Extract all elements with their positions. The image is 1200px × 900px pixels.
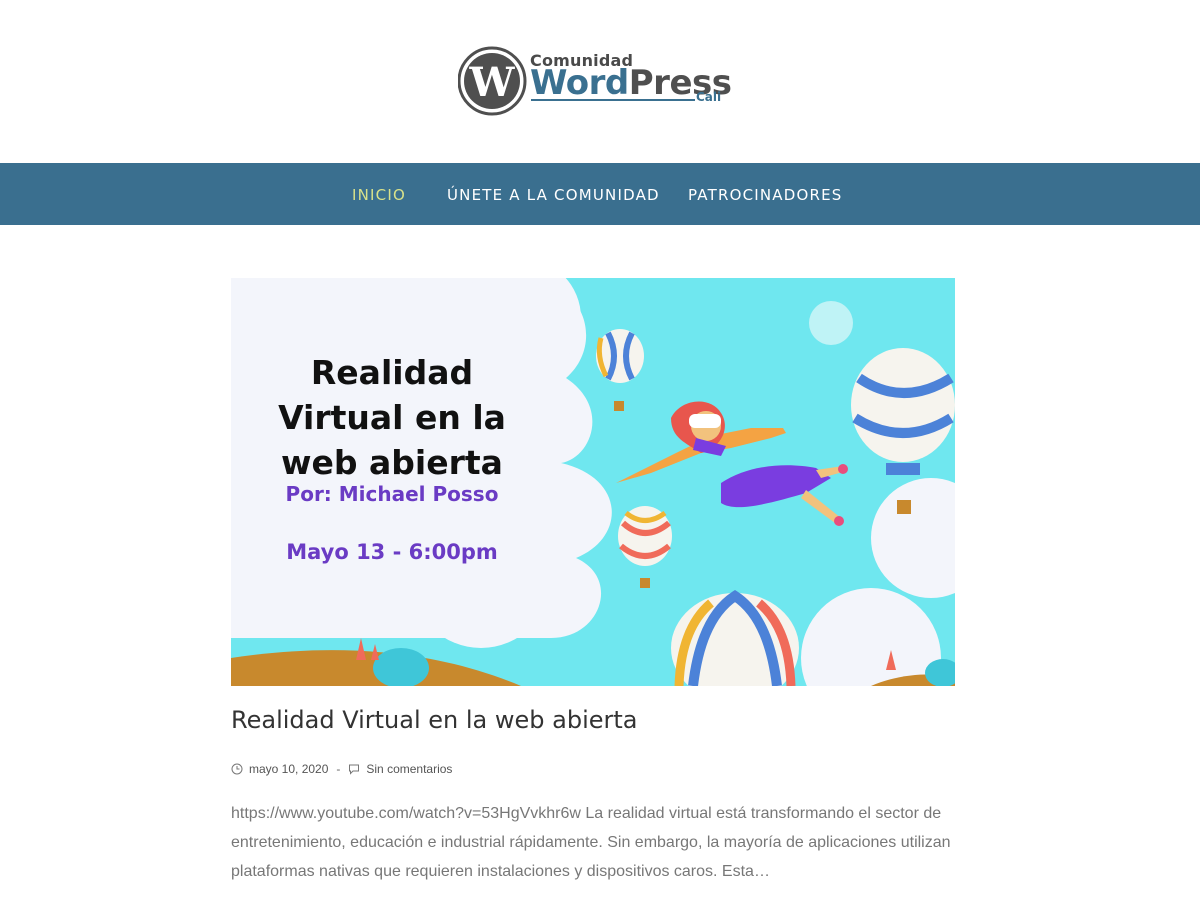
- wordpress-logo-icon: W: [458, 46, 527, 116]
- featured-title: Realidad Virtual en la web abierta: [231, 350, 553, 485]
- cloud-small: [809, 301, 853, 345]
- meta-separator: -: [336, 762, 341, 776]
- nav-item-patrocinadores[interactable]: PATROCINADORES: [688, 186, 843, 204]
- logo-underline: [531, 99, 695, 101]
- site-header: W Comunidad WordPress Cali: [0, 0, 1200, 163]
- logo-text-cali: Cali: [696, 90, 722, 104]
- comment-icon: [349, 764, 360, 775]
- post-comments-link[interactable]: Sin comentarios: [366, 762, 452, 776]
- logo-text-word: Word: [530, 63, 629, 103]
- svg-text:W: W: [469, 59, 516, 106]
- nav-item-inicio[interactable]: INICIO: [352, 186, 406, 204]
- post-meta: mayo 10, 2020 - Sin comentarios: [231, 762, 452, 776]
- post-title[interactable]: Realidad Virtual en la web abierta: [231, 706, 638, 734]
- site-logo[interactable]: W Comunidad WordPress Cali: [458, 45, 732, 117]
- featured-image[interactable]: Realidad Virtual en la web abierta Por: …: [231, 278, 955, 686]
- nav-item-unete[interactable]: ÚNETE A LA COMUNIDAD: [447, 186, 660, 204]
- featured-title-line-2: Virtual en la: [278, 398, 506, 437]
- featured-title-line-3: web abierta: [281, 443, 503, 482]
- cloud-puff-bottom: [411, 508, 551, 648]
- featured-date: Mayo 13 - 6:00pm: [286, 540, 498, 564]
- featured-title-line-1: Realidad: [310, 353, 474, 392]
- post-date[interactable]: mayo 10, 2020: [249, 762, 328, 776]
- main-navigation: INICIO ÚNETE A LA COMUNIDAD PATROCINADOR…: [0, 163, 1200, 225]
- featured-author: Por: Michael Posso: [285, 482, 499, 506]
- post-excerpt: https://www.youtube.com/watch?v=53HgVvkh…: [231, 805, 951, 880]
- clock-icon: [231, 763, 243, 775]
